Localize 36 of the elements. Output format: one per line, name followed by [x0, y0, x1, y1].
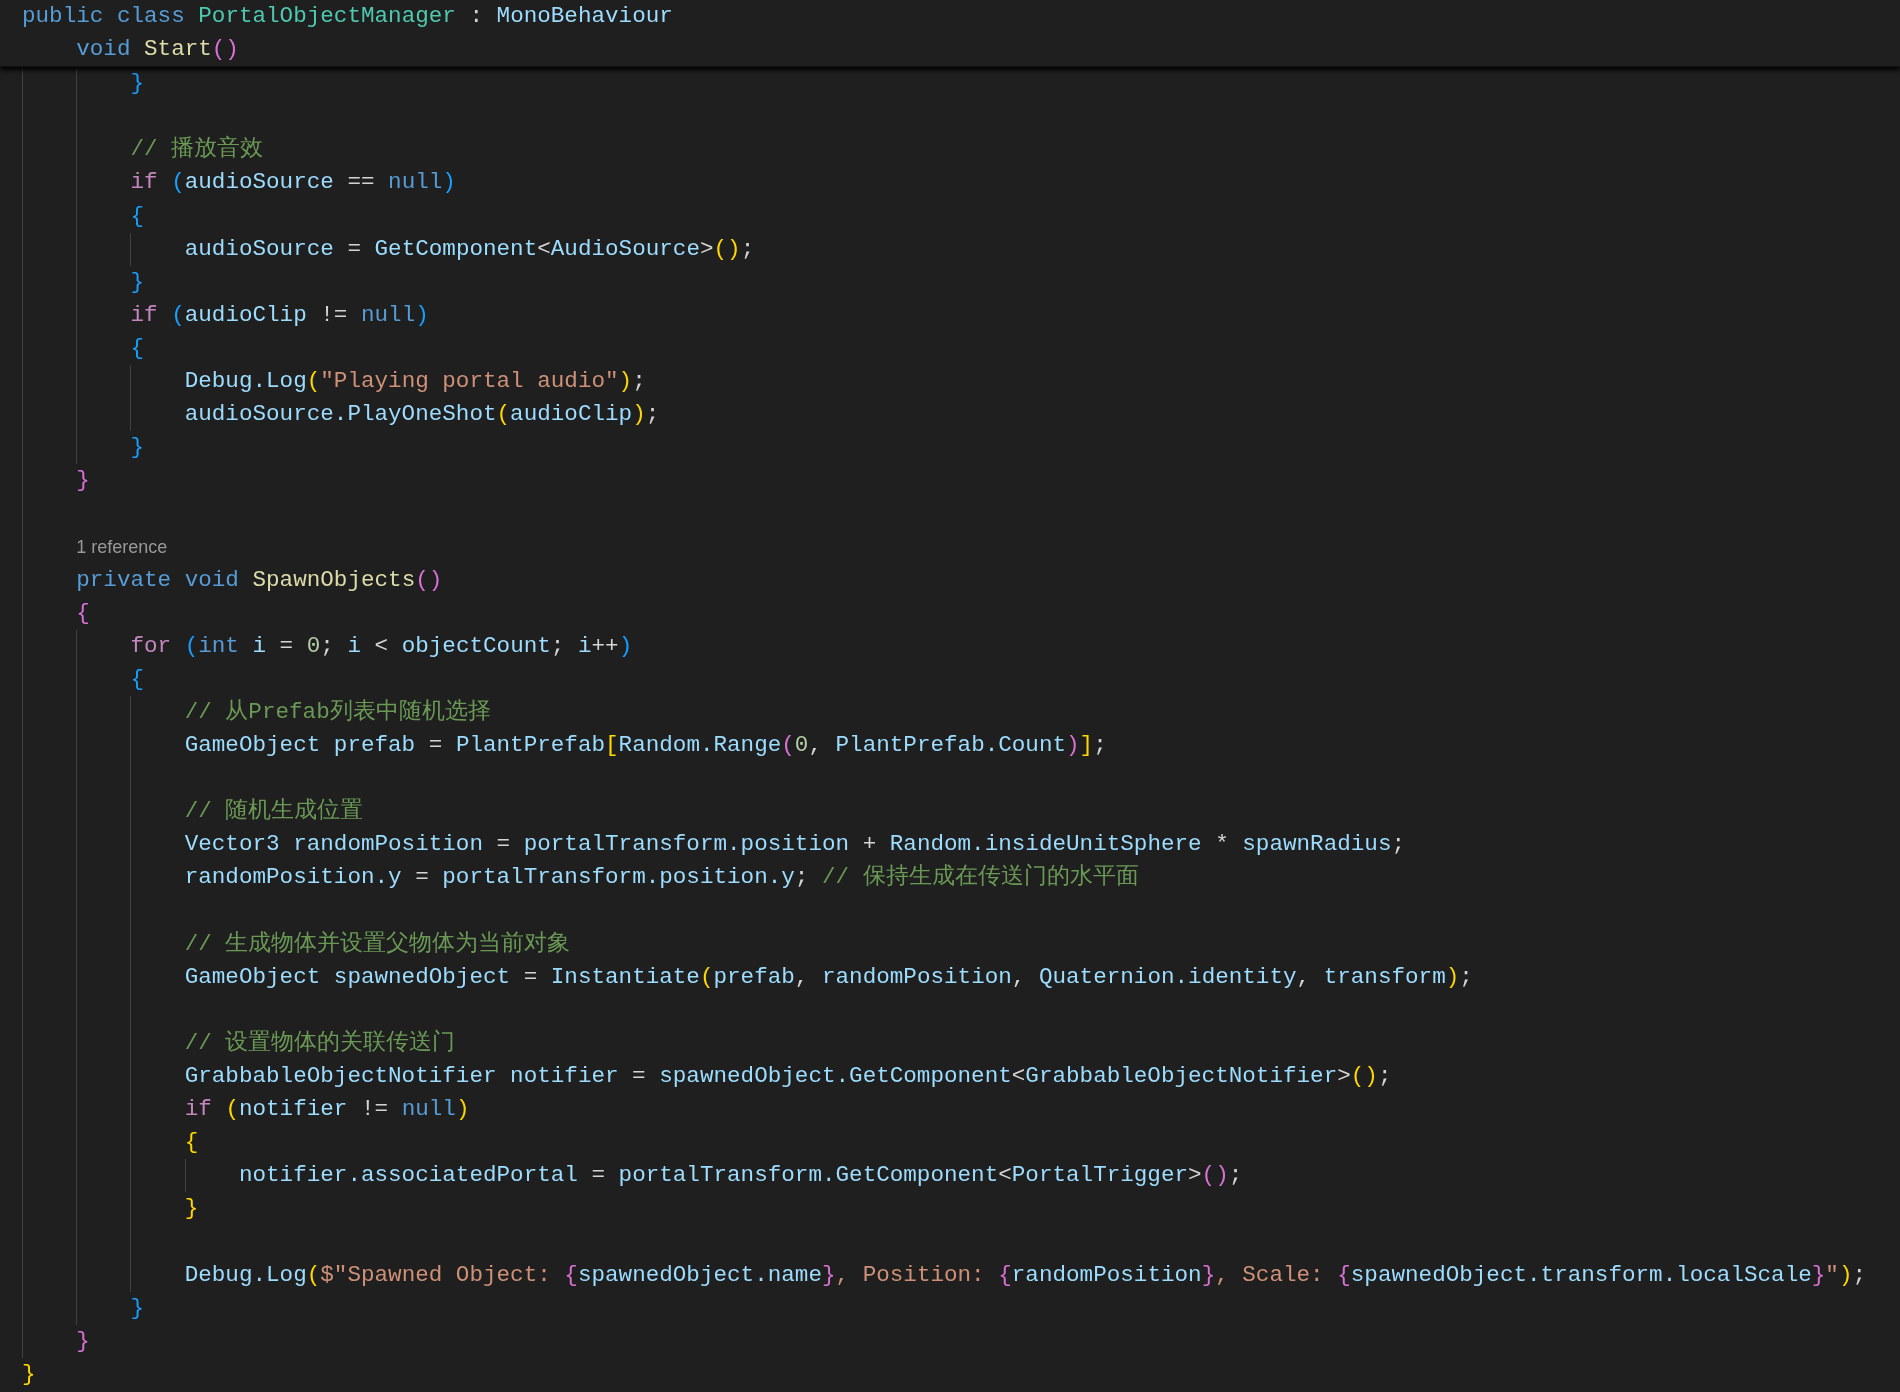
code-line: // 设置物体的关联传送门: [184, 1028, 456, 1058]
code-line: }: [184, 1194, 199, 1224]
code-line: public class PortalObjectManager : MonoBehaviour: [22, 2, 673, 31]
code-line: GrabbableObjectNotifier notifier = spawnedObject.GetComponent<GrabbableObjectNotifier>();: [184, 1062, 1392, 1091]
code-line: if (notifier != null): [184, 1095, 470, 1125]
code-line: if (audioClip != null): [130, 300, 429, 330]
code-line: }: [22, 1359, 36, 1389]
code-line: if (audioSource == null): [130, 168, 456, 198]
code-line: private void SpawnObjects(): [76, 565, 443, 595]
code-line: }: [130, 69, 144, 99]
code-line: {: [130, 664, 144, 694]
code-line: randomPosition.y = portalTransform.position.y; // 保持生成在传送门的水平面: [184, 862, 1139, 893]
code-line: for (int i = 0; i < objectCount; i++): [130, 631, 633, 661]
code-line: notifier.associatedPortal = portalTransform.GetComponent<PortalTrigger>();: [238, 1161, 1243, 1191]
code-line: // 生成物体并设置父物体为当前对象: [184, 929, 571, 959]
code-line: GameObject spawnedObject = Instantiate(prefab, randomPosition, Quaternion.identity, transform);: [184, 962, 1473, 992]
code-line: }: [130, 267, 144, 297]
code-line: {: [184, 1128, 199, 1158]
code-line: void Start(): [76, 35, 239, 65]
code-line: {: [130, 201, 144, 231]
code-line: GameObject prefab = PlantPrefab[Random.Range(0, PlantPrefab.Count)];: [184, 731, 1107, 761]
code-line: // 播放音效: [130, 134, 264, 165]
code-line: }: [76, 1326, 90, 1356]
code-line: {: [130, 333, 144, 363]
code-line: Debug.Log("Playing portal audio");: [184, 367, 646, 397]
reference-count-link[interactable]: 1 reference: [76, 530, 168, 564]
code-line: // 随机生成位置: [184, 797, 364, 827]
code-line: {: [76, 598, 90, 628]
code-line: Vector3 randomPosition = portalTransform.position + Random.insideUnitSphere * spawnRadius;: [184, 830, 1406, 860]
code-line: }: [76, 466, 90, 496]
code-line: }: [130, 1293, 144, 1323]
code-line: audioSource.PlayOneShot(audioClip);: [184, 400, 660, 430]
code-line: // 从Prefab列表中随机选择: [184, 697, 491, 727]
code-line: Debug.Log($"Spawned Object: {spawnedObject.name}, Position: {randomPosition}, Scale: {spawnedObject.transform.localScale}");: [184, 1260, 1867, 1290]
code-line: }: [130, 433, 144, 463]
code-line: audioSource = GetComponent<AudioSource>();: [184, 234, 755, 264]
